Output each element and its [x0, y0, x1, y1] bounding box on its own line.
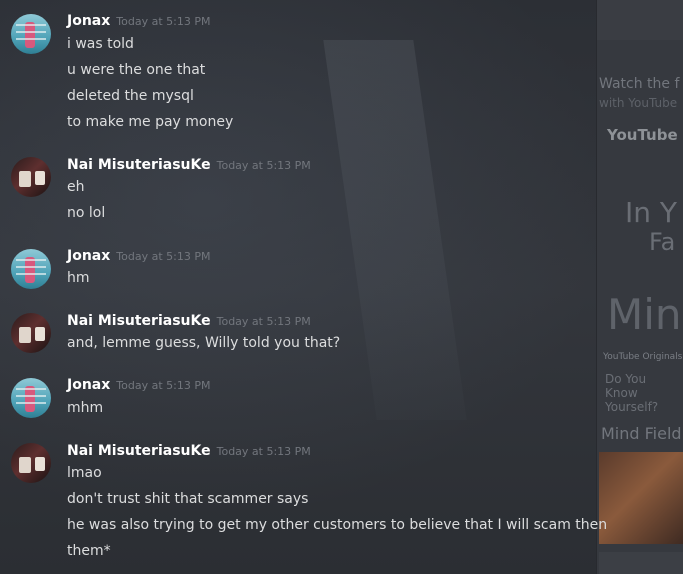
side-promo-line-2: with YouTube	[599, 96, 678, 110]
timestamp: Today at 5:13 PM	[216, 445, 311, 458]
promo-text-4: YouTube Originals	[603, 352, 683, 362]
message-text: don't trust shit that scammer says	[67, 491, 309, 507]
message-text: mhm	[67, 400, 104, 416]
timestamp: Today at 5:13 PM	[116, 250, 211, 263]
message-header: Nai MisuteriasuKe Today at 5:13 PM	[67, 443, 311, 459]
avatar[interactable]	[11, 378, 51, 418]
avatar[interactable]	[11, 14, 51, 54]
promo-text-2: Fa	[649, 228, 676, 256]
promo-text-5: Do You Know Yourself?	[605, 372, 659, 414]
username[interactable]: Nai MisuteriasuKe	[67, 157, 211, 173]
promo-text-6: Mind Field	[601, 424, 682, 443]
chat-background	[0, 0, 683, 574]
avatar[interactable]	[11, 157, 51, 197]
message-text: hm	[67, 270, 90, 286]
message-text: deleted the mysql	[67, 88, 194, 104]
message-text: u were the one that	[67, 62, 206, 78]
message-header: Jonax Today at 5:13 PM	[67, 377, 210, 393]
promo-text-1: In Y	[625, 196, 678, 229]
promo-thumbnail[interactable]	[599, 452, 683, 544]
message-header: Jonax Today at 5:13 PM	[67, 13, 210, 29]
message-header: Nai MisuteriasuKe Today at 5:13 PM	[67, 313, 311, 329]
message-text: eh	[67, 179, 85, 195]
message-text: no lol	[67, 205, 106, 221]
username[interactable]: Jonax	[67, 13, 110, 29]
timestamp: Today at 5:13 PM	[116, 379, 211, 392]
message-text: and, lemme guess, Willy told you that?	[67, 335, 341, 351]
promo-text-3: Mind	[607, 290, 683, 339]
message-text: lmao	[67, 465, 102, 481]
timestamp: Today at 5:13 PM	[216, 159, 311, 172]
username[interactable]: Nai MisuteriasuKe	[67, 443, 211, 459]
avatar[interactable]	[11, 249, 51, 289]
message-header: Jonax Today at 5:13 PM	[67, 248, 210, 264]
message-text: he was also trying to get my other custo…	[67, 517, 608, 533]
message-text: to make me pay money	[67, 114, 234, 130]
promo-thumbnail-2[interactable]	[599, 552, 683, 574]
message-text: i was told	[67, 36, 134, 52]
username[interactable]: Nai MisuteriasuKe	[67, 313, 211, 329]
youtube-originals-logo: YouTube Ori	[607, 126, 683, 144]
message-header: Nai MisuteriasuKe Today at 5:13 PM	[67, 157, 311, 173]
username[interactable]: Jonax	[67, 248, 110, 264]
username[interactable]: Jonax	[67, 377, 110, 393]
avatar[interactable]	[11, 443, 51, 483]
side-panel: Watch the f with YouTube YouTube Ori In …	[596, 0, 683, 574]
timestamp: Today at 5:13 PM	[116, 15, 211, 28]
side-panel-header	[597, 0, 683, 40]
side-promo-line-1: Watch the f	[599, 76, 680, 92]
message-text: them*	[67, 543, 111, 559]
avatar[interactable]	[11, 313, 51, 353]
timestamp: Today at 5:13 PM	[216, 315, 311, 328]
